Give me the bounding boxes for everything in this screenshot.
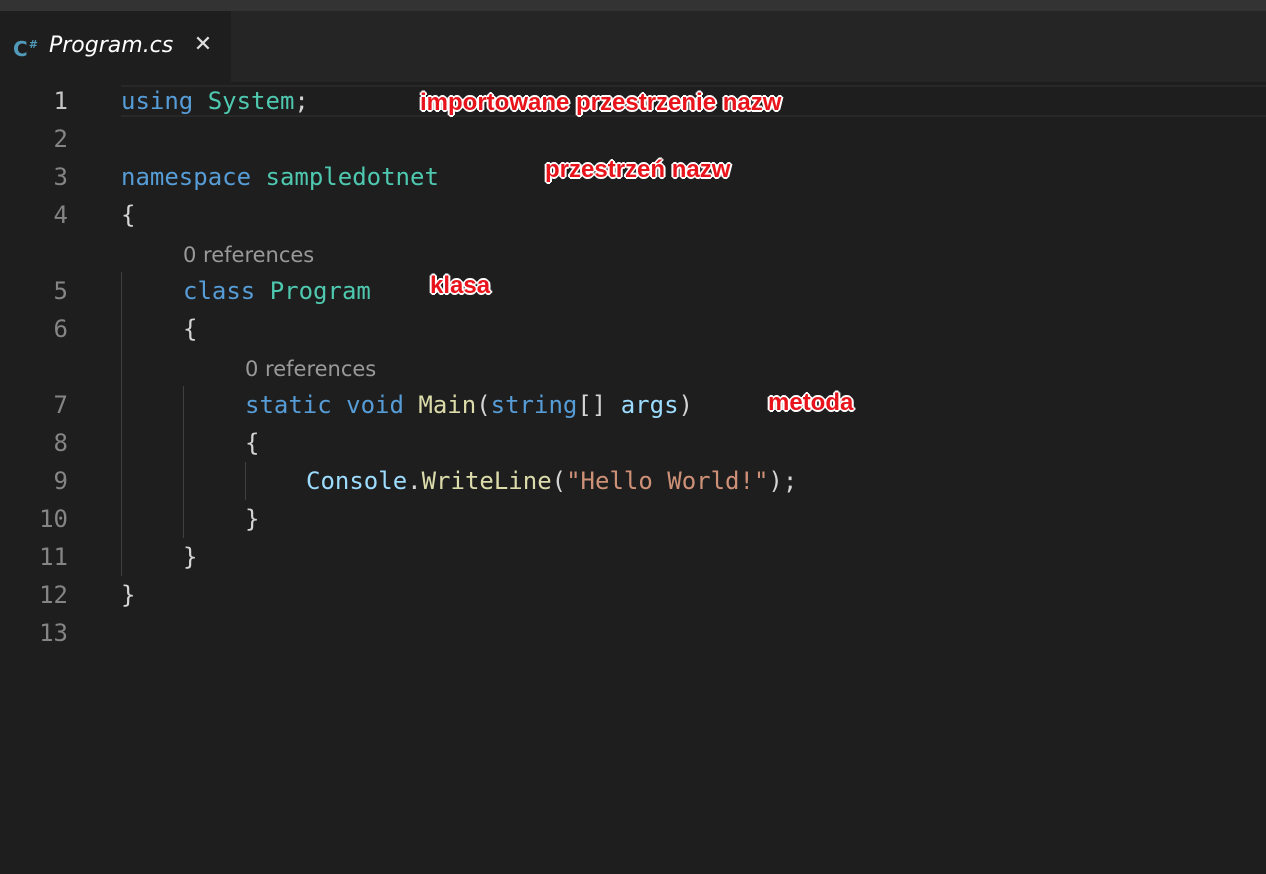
tab-program-cs[interactable]: C# Program.cs ✕ <box>0 11 231 82</box>
brace-token: } <box>183 543 198 571</box>
brace-token: { <box>183 315 198 343</box>
punctuation-token: ) <box>678 391 693 419</box>
keyword-token: class <box>183 277 256 305</box>
editor-tab-bar: C# Program.cs ✕ <box>0 11 1266 82</box>
line-number: 2 <box>53 125 68 153</box>
code-line-8: { <box>245 424 259 462</box>
punctuation-token: ( <box>476 391 491 419</box>
line-number: 5 <box>53 277 68 305</box>
codelens-references[interactable]: 0 references <box>245 354 376 384</box>
keyword-token: using <box>121 87 194 115</box>
tab-title: Program.cs <box>49 33 174 58</box>
code-line-5: class Program <box>183 272 371 310</box>
code-line-11: } <box>183 538 197 576</box>
line-number: 12 <box>39 581 68 609</box>
code-line-1: using System; <box>121 82 309 120</box>
line-number: 9 <box>53 467 68 495</box>
brace-token: } <box>245 505 260 533</box>
code-line-3: namespace sampledotnet <box>121 158 439 196</box>
brace-token: } <box>121 581 136 609</box>
namespace-token: sampledotnet <box>265 163 439 191</box>
code-line-9: Console.WriteLine("Hello World!"); <box>306 462 797 500</box>
indent-guide <box>245 462 246 500</box>
code-line-10: } <box>245 500 259 538</box>
line-number: 1 <box>53 87 68 115</box>
annotation-imports: importowane przestrzenie nazw <box>420 89 782 116</box>
keyword-token: static <box>245 391 332 419</box>
line-number: 6 <box>53 315 68 343</box>
indent-guide <box>183 386 184 538</box>
close-icon[interactable]: ✕ <box>190 32 216 58</box>
line-number: 11 <box>39 543 68 571</box>
indent-guide <box>121 272 122 576</box>
csharp-file-icon: C# <box>13 37 38 61</box>
code-line-7: static void Main(string[] args) <box>245 386 693 424</box>
line-number: 4 <box>53 201 68 229</box>
punctuation-token: [] <box>577 391 607 419</box>
code-editor[interactable]: 1 2 3 4 5 6 7 8 9 10 11 12 13 using Syst… <box>0 82 1266 874</box>
title-bar-strip <box>0 0 1266 11</box>
annotation-namespace: przestrzeń nazw <box>545 156 731 183</box>
class-reference-token: Console <box>306 467 408 495</box>
code-line-6: { <box>183 310 197 348</box>
punctuation-token: . <box>407 467 422 495</box>
code-line-4: { <box>121 196 135 234</box>
class-name-token: Program <box>269 277 371 305</box>
line-number: 10 <box>39 505 68 533</box>
line-number: 7 <box>53 391 68 419</box>
method-call-token: WriteLine <box>421 467 552 495</box>
punctuation-token: ); <box>768 467 798 495</box>
annotation-method: metoda <box>768 389 854 416</box>
namespace-token: System <box>207 87 295 115</box>
punctuation-token: ( <box>551 467 567 495</box>
annotation-class: klasa <box>430 272 491 299</box>
codelens-references[interactable]: 0 references <box>183 240 314 270</box>
keyword-token: void <box>346 391 404 419</box>
code-line-12: } <box>121 576 135 614</box>
type-token: string <box>490 391 578 419</box>
string-literal-token: "Hello World!" <box>566 467 769 495</box>
line-number: 13 <box>39 619 68 647</box>
brace-token: { <box>245 429 260 457</box>
punctuation-token: ; <box>294 87 309 115</box>
brace-token: { <box>121 201 136 229</box>
line-number: 3 <box>53 163 68 191</box>
method-name-token: Main <box>418 391 477 419</box>
keyword-token: namespace <box>121 163 252 191</box>
parameter-token: args <box>620 391 679 419</box>
line-number: 8 <box>53 429 68 457</box>
